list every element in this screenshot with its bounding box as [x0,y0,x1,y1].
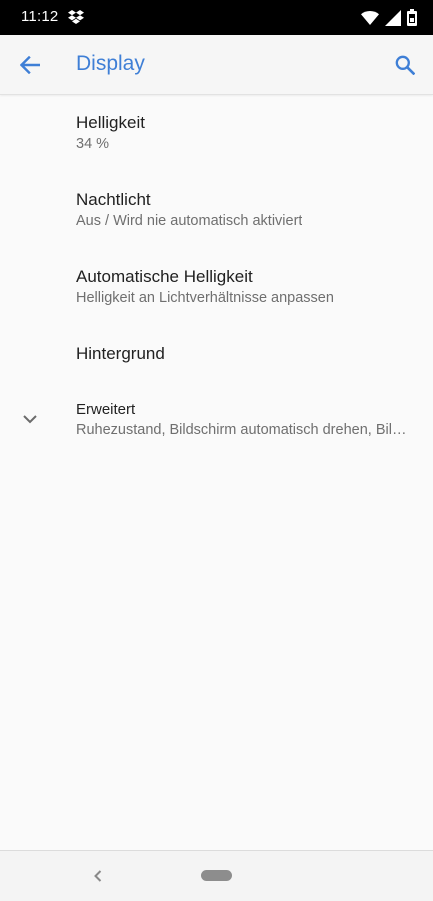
setting-advanced[interactable]: Erweitert Ruhezustand, Bildschirm automa… [0,381,433,456]
dropbox-icon [68,10,84,24]
search-button[interactable] [389,49,421,81]
setting-title: Automatische Helligkeit [76,267,253,286]
setting-title: Helligkeit [76,113,145,132]
setting-title: Erweitert [76,401,136,418]
setting-adaptive-brightness[interactable]: Automatische Helligkeit Helligkeit an Li… [0,249,433,326]
setting-title: Nachtlicht [76,190,151,209]
setting-night-light[interactable]: Nachtlicht Aus / Wird nie automatisch ak… [0,172,433,249]
system-nav-bar [0,850,433,901]
back-button[interactable] [14,49,46,81]
setting-summary: Aus / Wird nie automatisch aktiviert [76,213,303,229]
signal-icon [385,9,401,26]
setting-brightness[interactable]: Helligkeit 34 % [0,95,433,172]
app-bar: Display [0,35,433,95]
home-pill-icon[interactable] [201,870,232,881]
battery-icon [407,9,417,26]
nav-back-icon[interactable] [88,866,108,886]
setting-wallpaper[interactable]: Hintergrund [0,326,433,381]
setting-summary: Helligkeit an Lichtverhältnisse anpassen [76,290,334,306]
arrow-back-icon [20,56,40,74]
status-time: 11:12 [21,8,59,25]
setting-summary: Ruhezustand, Bildschirm automatisch dreh… [76,422,411,438]
page-title: Display [76,52,145,75]
wifi-icon [361,10,379,25]
setting-title: Hintergrund [76,344,165,363]
chevron-down-icon [23,415,37,424]
search-icon [395,55,415,75]
status-bar: 11:12 [0,0,433,35]
status-icons [361,9,417,26]
setting-summary: 34 % [76,136,110,152]
